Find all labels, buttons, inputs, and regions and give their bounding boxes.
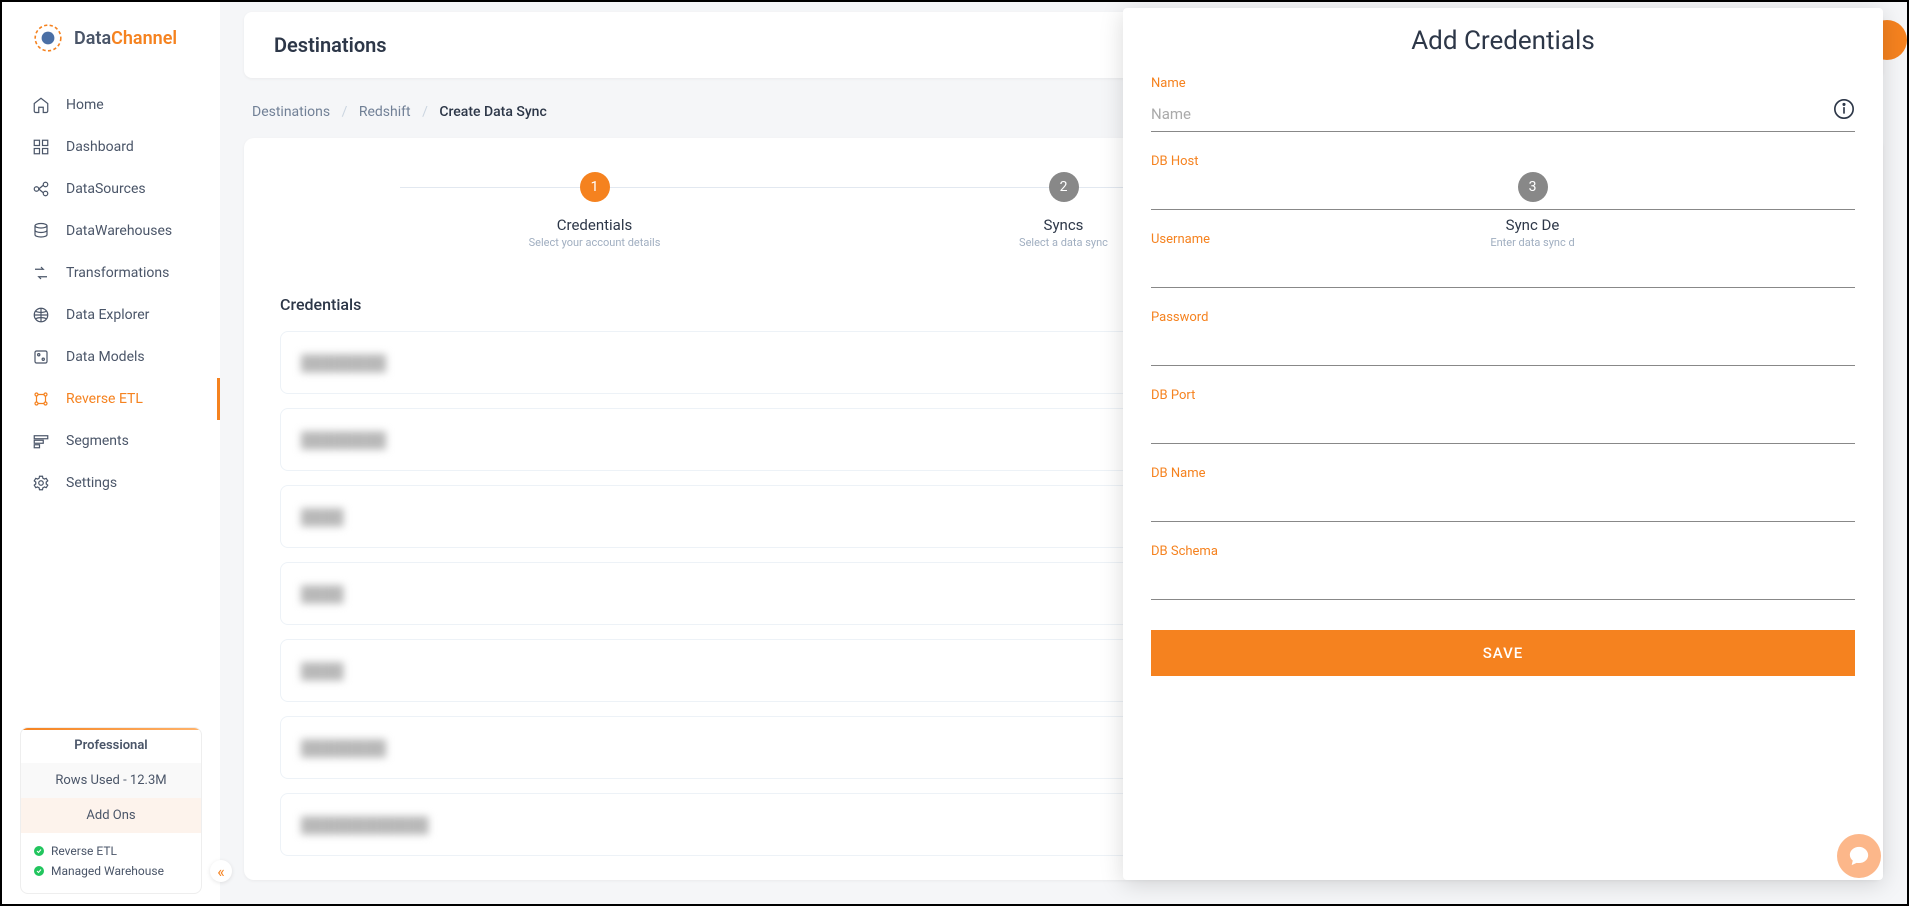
logo-text: DataChannel	[74, 28, 177, 49]
plan-feature: Managed Warehouse	[33, 861, 189, 881]
chat-icon	[1848, 845, 1870, 867]
nav-label: Reverse ETL	[66, 391, 143, 407]
form-group-db-name: DB Name	[1151, 466, 1855, 522]
field-label: DB Name	[1151, 466, 1855, 481]
step-number: 2	[1049, 172, 1079, 202]
step-sublabel: Select a data sync	[829, 236, 1298, 249]
datasource-icon	[32, 180, 50, 198]
credential-name: ████████	[301, 739, 386, 757]
username-input[interactable]	[1151, 253, 1855, 288]
step-sublabel: Enter data sync d	[1298, 236, 1767, 249]
breadcrumb-redshift[interactable]: Redshift	[359, 104, 411, 120]
warehouse-icon	[32, 222, 50, 240]
nav-label: Data Explorer	[66, 307, 149, 323]
models-icon	[32, 348, 50, 366]
password-input[interactable]	[1151, 331, 1855, 366]
nav-item-segments[interactable]: Segments	[2, 420, 220, 462]
db-schema-input[interactable]	[1151, 565, 1855, 600]
field-label: Password	[1151, 310, 1855, 325]
step-2[interactable]: 2 Syncs Select a data sync	[829, 172, 1298, 249]
field-label: Name	[1151, 76, 1855, 91]
nav-label: Dashboard	[66, 139, 134, 155]
nav-item-reverse-etl[interactable]: Reverse ETL	[2, 378, 220, 420]
step-label: Sync De	[1298, 216, 1767, 234]
check-icon	[33, 865, 45, 877]
page-title: Destinations	[274, 33, 387, 57]
nav-label: Data Models	[66, 349, 145, 365]
step-label: Syncs	[829, 216, 1298, 234]
name-input[interactable]	[1151, 97, 1855, 132]
credential-name: ████	[301, 508, 344, 526]
nav-label: Home	[66, 97, 104, 113]
nav-item-datasources[interactable]: DataSources	[2, 168, 220, 210]
nav-item-dashboard[interactable]: Dashboard	[2, 126, 220, 168]
check-icon	[33, 845, 45, 857]
credential-name: ████	[301, 585, 344, 603]
plan-addons-label: Add Ons	[21, 798, 201, 833]
chat-button[interactable]	[1837, 834, 1881, 878]
info-icon[interactable]	[1833, 98, 1855, 120]
step-number: 3	[1518, 172, 1548, 202]
logo-icon	[32, 22, 64, 54]
step-number: 1	[580, 172, 610, 202]
plan-box: Professional Rows Used - 12.3M Add Ons R…	[20, 727, 202, 894]
credential-name: ████████████	[301, 816, 429, 834]
step-3[interactable]: 3 Sync De Enter data sync d	[1298, 172, 1767, 249]
sidebar: DataChannel Home Dashboard DataSources Data…	[2, 2, 220, 904]
logo[interactable]: DataChannel	[2, 2, 220, 74]
nav-item-data-explorer[interactable]: Data Explorer	[2, 294, 220, 336]
breadcrumb-destinations[interactable]: Destinations	[252, 104, 330, 120]
nav-item-transformations[interactable]: Transformations	[2, 252, 220, 294]
breadcrumb-current: Create Data Sync	[439, 104, 546, 120]
credential-name: ████████	[301, 431, 386, 449]
nav-label: Segments	[66, 433, 129, 449]
nav-label: DataWarehouses	[66, 223, 172, 239]
plan-rows-used: Rows Used - 12.3M	[21, 763, 201, 798]
form-group-db-port: DB Port	[1151, 388, 1855, 444]
nav-item-datawarehouses[interactable]: DataWarehouses	[2, 210, 220, 252]
db-port-input[interactable]	[1151, 409, 1855, 444]
step-label: Credentials	[360, 216, 829, 234]
save-button[interactable]: SAVE	[1151, 630, 1855, 676]
section-title: Credentials	[280, 295, 361, 314]
step-sublabel: Select your account details	[360, 236, 829, 249]
dashboard-icon	[32, 138, 50, 156]
form-group-name: Name	[1151, 76, 1855, 132]
nav-item-settings[interactable]: Settings	[2, 462, 220, 504]
reverse-icon	[32, 390, 50, 408]
plan-features: Reverse ETLManaged Warehouse	[21, 833, 201, 893]
segments-icon	[32, 432, 50, 450]
form-group-db-schema: DB Schema	[1151, 544, 1855, 600]
plan-tier: Professional	[21, 728, 201, 763]
field-label: DB Host	[1151, 154, 1855, 169]
db-name-input[interactable]	[1151, 487, 1855, 522]
nav: Home Dashboard DataSources DataWarehouses Tr…	[2, 74, 220, 717]
explorer-icon	[32, 306, 50, 324]
credential-name: ████	[301, 662, 344, 680]
add-credentials-modal: Add Credentials NameDB HostUsernamePassw…	[1123, 8, 1883, 880]
credential-name: ████████	[301, 354, 386, 372]
settings-icon	[32, 474, 50, 492]
plan-feature: Reverse ETL	[33, 841, 189, 861]
nav-label: Transformations	[66, 265, 169, 281]
transform-icon	[32, 264, 50, 282]
step-1[interactable]: 1 Credentials Select your account details	[360, 172, 829, 249]
nav-item-data-models[interactable]: Data Models	[2, 336, 220, 378]
form-group-password: Password	[1151, 310, 1855, 366]
nav-label: DataSources	[66, 181, 146, 197]
home-icon	[32, 96, 50, 114]
field-label: DB Port	[1151, 388, 1855, 403]
nav-label: Settings	[66, 475, 117, 491]
form-fields: NameDB HostUsernamePasswordDB PortDB Nam…	[1151, 76, 1855, 600]
modal-title: Add Credentials	[1151, 26, 1855, 56]
nav-item-home[interactable]: Home	[2, 84, 220, 126]
field-label: DB Schema	[1151, 544, 1855, 559]
